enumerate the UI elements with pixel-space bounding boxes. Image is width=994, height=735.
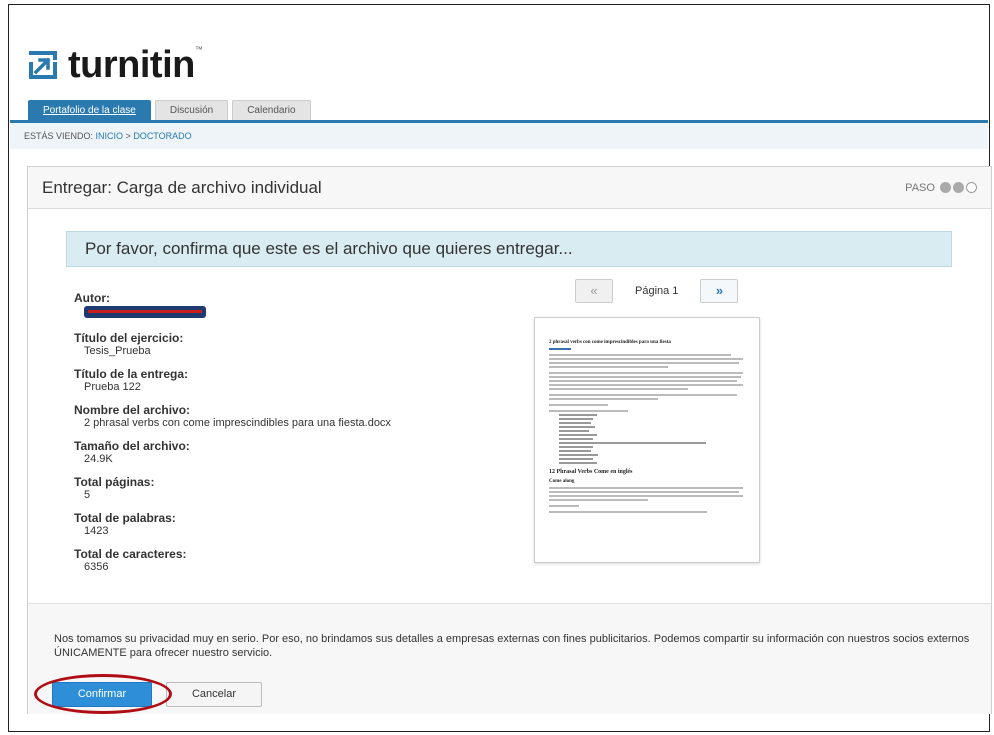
panel-footer: Nos tomamos su privacidad muy en serio. … [28,603,991,714]
preview-text-line [549,354,732,356]
preview-list-item [559,418,593,420]
filesize-label: Tamaño del archivo: [74,439,190,453]
preview-subheading: Come along [549,479,575,484]
preview-list-item [559,446,593,448]
total-pages-value: 5 [84,489,91,501]
tab-portafolio[interactable]: Portafolio de la clase [28,100,151,120]
author-label: Autor: [74,291,110,305]
preview-text-line [549,358,744,360]
preview-list-item [559,450,591,452]
preview-text-line [549,499,648,501]
breadcrumb-home-link[interactable]: INICIO [96,131,124,141]
preview-list-item [559,426,595,428]
class-tabs: Portafolio de la clase Discusión Calenda… [28,100,311,120]
preview-list-item [559,422,591,424]
preview-text-line [549,404,609,406]
total-words-value: 1423 [84,525,109,537]
total-pages-label: Total páginas: [74,475,155,489]
preview-title: 2 phrasal verbs con come imprescindibles… [549,340,671,345]
preview-list-item [559,454,599,456]
preview-list [549,414,747,464]
total-chars-value: 6356 [84,561,109,573]
assignment-title-value: Tesis_Prueba [84,345,151,357]
logo-trademark: ™ [194,44,203,54]
step-dot-1-icon [940,182,951,193]
preview-text-line [549,366,668,368]
turnitin-logo-icon [29,51,57,79]
preview-text-line [549,388,688,390]
preview-text-line [549,376,742,378]
next-page-button[interactable]: » [700,279,739,303]
breadcrumb: ESTÁS VIENDO: INICIO > DOCTORADO [10,123,988,149]
tab-discusion[interactable]: Discusión [154,100,229,120]
preview-list-item [559,438,593,440]
breadcrumb-separator: > [123,131,134,141]
assignment-title-label: Título del ejercicio: [74,331,184,345]
preview-list-item [559,462,597,464]
page-title: Entregar: Carga de archivo individual [42,177,322,197]
filename-value: 2 phrasal verbs con come imprescindibles… [84,417,391,429]
preview-heading: 12 Phrasal Verbs Come en inglés [549,469,633,475]
logo-wordmark: turnitin [68,43,195,86]
preview-text-line [549,394,738,396]
preview-text-line [549,511,708,513]
privacy-notice: Nos tomamos su privacidad muy en serio. … [54,633,970,659]
file-metadata: Autor: Título del ejercicio: Tesis_Prueb… [74,291,494,583]
preview-list-item [559,442,706,444]
preview-list-item [559,458,593,460]
breadcrumb-current-link[interactable]: DOCTORADO [133,131,191,141]
preview-text-line [549,372,744,374]
author-redacted-value [84,306,206,318]
total-words-label: Total de palabras: [74,511,176,525]
panel-header: Entregar: Carga de archivo individual PA… [28,167,991,209]
preview-text-line [549,398,658,400]
preview-text-line [549,362,740,364]
prev-page-button[interactable]: « [575,279,613,303]
preview-text-line [549,384,744,386]
breadcrumb-prefix: ESTÁS VIENDO: [24,131,96,141]
filesize-value: 24.9K [84,453,113,465]
step-indicator: PASO [905,182,977,194]
total-chars-label: Total de caracteres: [74,547,187,561]
step-dot-2-icon [953,182,964,193]
page-number-label: Página 1 [635,285,679,297]
preview-text-line [549,491,740,493]
turnitin-logo[interactable]: turnitin ™ [28,40,203,90]
submission-title-value: Prueba 122 [84,381,141,393]
preview-list-item [559,430,590,432]
confirm-button[interactable]: Confirmar [52,682,152,707]
preview-text-line [549,487,744,489]
preview-list-item [559,434,597,436]
document-preview[interactable]: 2 phrasal verbs con come imprescindibles… [534,317,760,563]
page-pager: « Página 1 » [575,279,739,303]
cancel-button[interactable]: Cancelar [166,682,262,707]
preview-text-line [549,380,738,382]
submission-title-label: Título de la entrega: [74,367,189,381]
preview-text-line [549,495,744,497]
preview-author-link [549,348,571,350]
preview-text-line [549,505,579,507]
filename-label: Nombre del archivo: [74,403,191,417]
submission-panel: Entregar: Carga de archivo individual PA… [27,166,992,714]
preview-list-item [559,414,597,416]
step-dot-3-icon [966,182,977,193]
step-label: PASO [905,181,935,194]
tab-calendario[interactable]: Calendario [232,100,311,120]
preview-text-line [549,410,629,412]
confirm-banner: Por favor, confirma que este es el archi… [66,231,952,267]
